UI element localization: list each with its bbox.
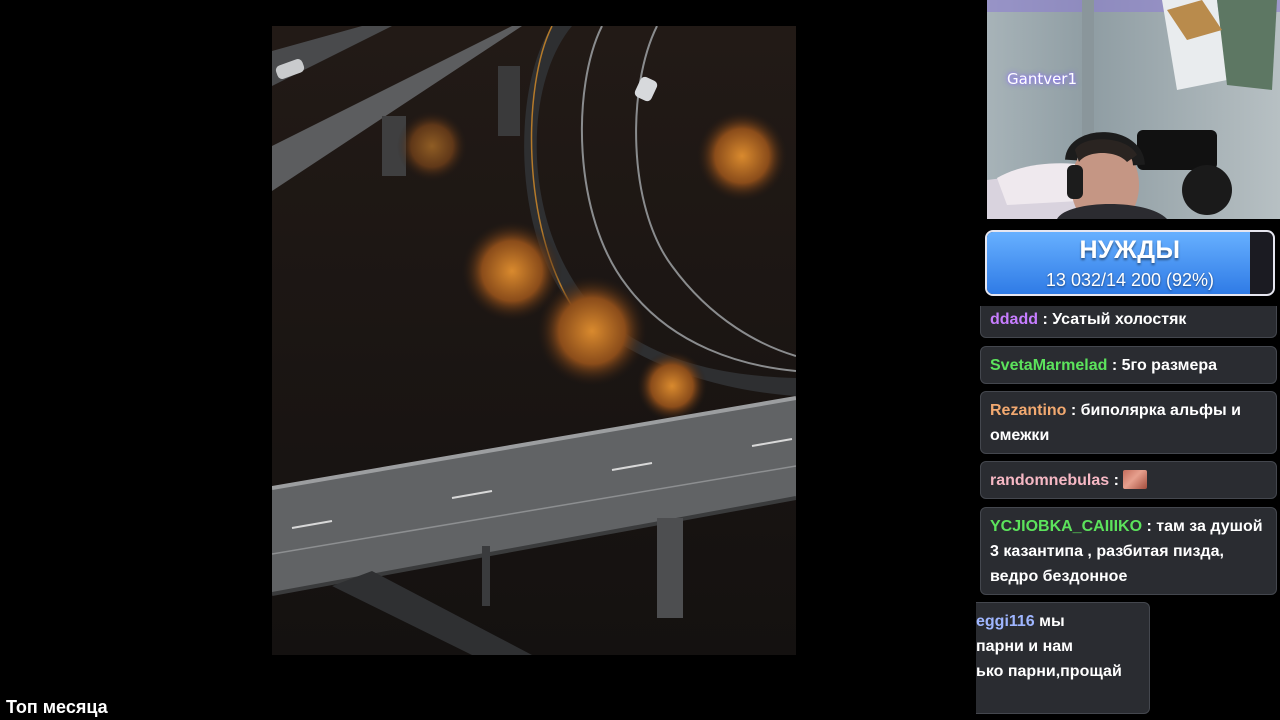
chat-emote-icon	[1123, 470, 1148, 489]
chat-username[interactable]: SvetaMarmelad	[990, 357, 1107, 374]
chat-separator: :	[1066, 402, 1081, 419]
chat-username[interactable]: eggi116	[976, 613, 1035, 630]
webcam-feed: Gantver1	[987, 0, 1280, 219]
chat-text: Усатый холостяк	[1052, 311, 1187, 328]
chat-username[interactable]: YCJIOBKA_CAIIIKO	[990, 518, 1142, 535]
chat-message: ddadd : Усатый холостяк	[980, 306, 1277, 338]
chat-text-line: парни и нам	[976, 638, 1073, 655]
goal-progress-text: 13 032/14 200 (92%)	[1045, 270, 1215, 290]
chat-message: YCJIOBKA_CAIIIKO : там за душой 3 казант…	[980, 507, 1277, 595]
chat-username[interactable]: randomnebulas	[990, 472, 1109, 489]
chat-text-line: ько парни,прощай	[976, 663, 1122, 680]
chat-separator: :	[1107, 357, 1122, 374]
chat-separator: :	[1109, 472, 1124, 489]
chat-separator: :	[1142, 518, 1157, 535]
highway-interchange-image	[272, 26, 796, 655]
chat-message-partial: eggi116 мы парни и нам ько парни,прощай	[976, 602, 1150, 714]
highway-photo	[272, 26, 796, 655]
donation-goal: НУЖДЫ 13 032/14 200 (92%)	[985, 230, 1275, 296]
chat-message: randomnebulas :	[980, 461, 1277, 499]
chat-message: SvetaMarmelad : 5го размера	[980, 346, 1277, 384]
goal-title: НУЖДЫ	[1079, 236, 1181, 264]
chat-text: 5го размера	[1121, 357, 1218, 374]
chat-message: Rezantino : биполярка альфы и омежки	[980, 391, 1277, 454]
streamer-name: Gantver1	[1007, 70, 1078, 88]
chat-text: мы	[1039, 613, 1065, 630]
chat-separator: :	[1038, 311, 1053, 328]
chat-username[interactable]: ddadd	[990, 311, 1038, 328]
chat-username[interactable]: Rezantino	[990, 402, 1066, 419]
top-month-label: Топ месяца	[6, 697, 108, 717]
webcam-image	[987, 0, 1280, 219]
